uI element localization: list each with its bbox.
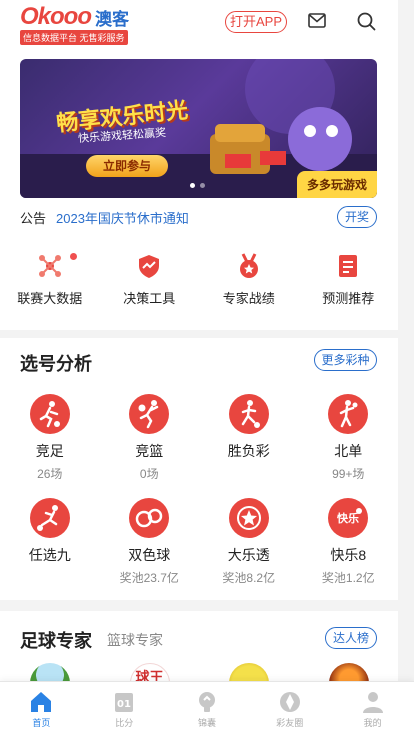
tab-tips[interactable]: 锦囊 (166, 682, 249, 736)
quick-link-label: 预测推荐 (322, 291, 375, 306)
lottery-item-daletou[interactable]: 大乐透 奖池8.2亿 (199, 498, 299, 602)
section-title: 选号分析 (20, 354, 92, 374)
bulb-icon (198, 692, 215, 712)
scrollbar[interactable] (398, 0, 414, 681)
lottery-name: 快乐8 (330, 547, 367, 563)
logo-tagline: 信息数据平台 无售彩服务 (20, 30, 128, 45)
lottery-info: 奖池8.2亿 (222, 571, 276, 585)
pagination-dot-active[interactable] (190, 183, 195, 188)
pagination-dot[interactable] (200, 183, 205, 188)
lottery-name: 竞篮 (135, 443, 164, 459)
lottery-info: 99+场 (332, 467, 365, 481)
quick-link-prediction[interactable]: 预测推荐 (299, 253, 399, 313)
bottom-tab-bar: 首页 01 比分 锦囊 彩友圈 我的 (0, 681, 414, 736)
logo-wordmark: Okooo 澳客 (20, 3, 129, 30)
logo-cn-text: 澳客 (95, 9, 129, 29)
network-icon (38, 255, 61, 277)
notice-link[interactable]: 2023年国庆节休市通知 (56, 208, 189, 227)
aperture-icon (279, 692, 300, 712)
lottery-item-beidan[interactable]: 北单 99+场 (299, 394, 399, 498)
more-lottery-button[interactable]: 更多彩种 (314, 349, 377, 371)
logo-text: Okooo (20, 3, 92, 30)
lottery-results-button[interactable]: 开奖 (337, 206, 377, 228)
double-ball-icon (129, 498, 170, 538)
lottery-item-jinglan[interactable]: 竞篮 0场 (100, 394, 200, 498)
banner-tag: 多多玩游戏 (296, 171, 377, 198)
football-kick-icon (29, 498, 70, 538)
mail-icon[interactable] (308, 13, 326, 28)
lottery-analysis-section: 选号分析 更多彩种 竞足 26场 竞篮 0场 胜负彩 北单 99+场 任选九 双… (0, 338, 398, 600)
shield-chart-icon (139, 255, 160, 278)
star-ball-icon (228, 498, 269, 538)
quick-link-label: 决策工具 (123, 291, 176, 306)
lottery-info: 26场 (37, 467, 63, 481)
soccer-kick-icon (228, 394, 269, 434)
svg-text:01: 01 (117, 699, 131, 710)
lottery-name: 大乐透 (227, 547, 270, 563)
medal-icon (239, 253, 258, 278)
app-root: Okooo 澳客 信息数据平台 无售彩服务 打开APP 畅享欢乐时光 快乐游戏轻… (0, 0, 414, 736)
tab-label: 首页 (32, 718, 51, 728)
banner-join-button[interactable]: 立即参与 (86, 155, 168, 177)
lottery-item-renxuan9[interactable]: 任选九 (0, 498, 100, 602)
lottery-item-shengfucai[interactable]: 胜负彩 (199, 394, 299, 498)
lottery-name: 任选九 (28, 547, 71, 563)
tab-profile[interactable]: 我的 (331, 682, 414, 736)
lottery-item-kuaile8[interactable]: 快乐 快乐8 奖池1.2亿 (299, 498, 399, 602)
ranking-button[interactable]: 达人榜 (325, 627, 377, 649)
runner-icon (328, 394, 369, 434)
promo-banner[interactable]: 畅享欢乐时光 快乐游戏轻松赢奖 立即参与 多多玩游戏 (20, 59, 377, 198)
search-icon[interactable] (357, 12, 376, 31)
quick-link-label: 专家战绩 (222, 291, 275, 306)
notice-label: 公告 (20, 210, 47, 226)
tab-community[interactable]: 彩友圈 (248, 682, 331, 736)
notice-bar: 公告 2023年国庆节休市通知 开奖 (20, 206, 377, 228)
lottery-name: 胜负彩 (227, 443, 270, 459)
tab-label: 彩友圈 (276, 718, 304, 728)
scoreboard-icon: 01 (115, 693, 134, 712)
tab-basketball-experts[interactable]: 篮球专家 (107, 630, 163, 650)
document-icon (339, 255, 358, 277)
expert-section: 足球专家 篮球专家 达人榜 球王 (0, 611, 398, 703)
happy8-icon-text: 快乐 (336, 511, 359, 525)
lottery-info: 奖池23.7亿 (119, 571, 179, 585)
lottery-info: 奖池1.2亿 (321, 571, 375, 585)
quick-links: 联赛大数据 决策工具 专家战绩 预测推荐 (0, 253, 398, 313)
okooo-logo[interactable]: Okooo 澳客 信息数据平台 无售彩服务 (20, 3, 140, 45)
lottery-name: 竞足 (35, 443, 64, 459)
soccer-player-icon (29, 394, 70, 434)
lottery-name: 北单 (334, 443, 363, 459)
happy8-icon: 快乐 (328, 498, 369, 538)
lottery-grid: 竞足 26场 竞篮 0场 胜负彩 北单 99+场 任选九 双色球 奖池23.7亿… (0, 394, 398, 602)
quick-link-decision-tools[interactable]: 决策工具 (100, 253, 200, 313)
tab-home[interactable]: 首页 (0, 682, 83, 736)
quick-link-league-data[interactable]: 联赛大数据 (0, 253, 100, 313)
open-app-button[interactable]: 打开APP (225, 11, 287, 33)
lottery-item-jingzu[interactable]: 竞足 26场 (0, 394, 100, 498)
tab-label: 锦囊 (197, 718, 216, 728)
tab-label: 比分 (115, 718, 134, 728)
banner-pagination (190, 183, 205, 188)
basketball-player-icon (129, 394, 170, 434)
lottery-info: 0场 (139, 467, 159, 481)
tab-football-experts[interactable]: 足球专家 (20, 627, 92, 653)
tab-label: 我的 (363, 718, 382, 728)
header-section: Okooo 澳客 信息数据平台 无售彩服务 打开APP 畅享欢乐时光 快乐游戏轻… (0, 0, 398, 330)
lottery-name: 双色球 (128, 547, 171, 563)
quick-link-expert-record[interactable]: 专家战绩 (199, 253, 299, 313)
home-icon (31, 692, 52, 712)
user-icon (362, 692, 383, 713)
tab-scores[interactable]: 01 比分 (83, 682, 166, 736)
notification-badge (70, 253, 77, 260)
lottery-item-shuangseqiu[interactable]: 双色球 奖池23.7亿 (100, 498, 200, 602)
quick-link-label: 联赛大数据 (17, 291, 83, 306)
